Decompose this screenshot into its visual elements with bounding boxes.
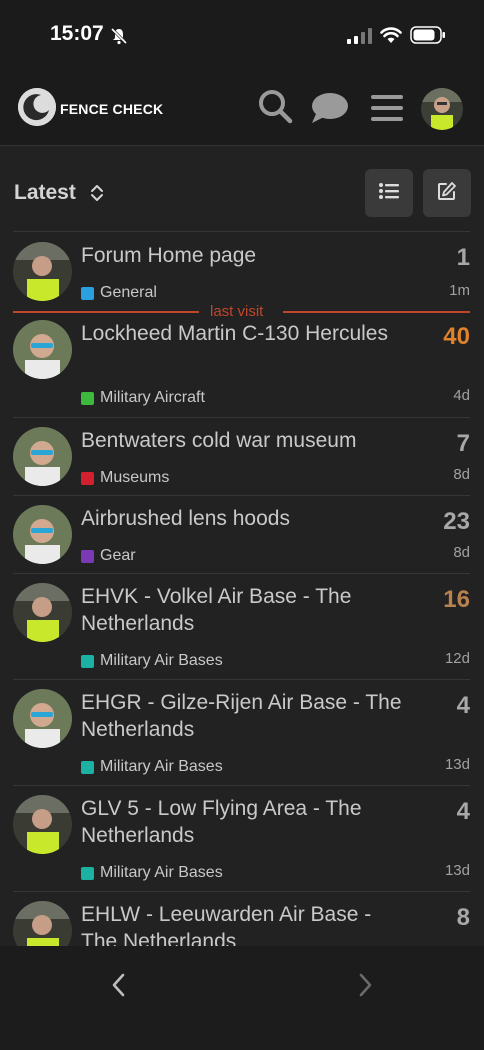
author-avatar[interactable] — [13, 795, 72, 854]
chevron-right-icon[interactable] — [354, 972, 376, 1003]
post-count[interactable]: 4 — [457, 798, 470, 826]
activity-age[interactable]: 8d — [453, 466, 470, 483]
site-header: FENCE CHECK — [0, 70, 484, 146]
topic-row[interactable]: Airbrushed lens hoods Gear 23 8d — [13, 495, 470, 573]
topic-row[interactable]: Lockheed Martin C-130 Hercules Military … — [13, 311, 470, 417]
topic-row[interactable]: Forum Home page General 1 1m — [13, 231, 470, 311]
category-color-square — [81, 549, 94, 563]
category-name: Museums — [100, 469, 170, 486]
hamburger-menu-icon[interactable] — [371, 94, 403, 127]
category-color-square — [81, 286, 94, 300]
topic-title[interactable]: GLV 5 - Low Flying Area - The Netherland… — [81, 795, 411, 849]
category-color-square — [81, 391, 94, 405]
category-badge[interactable]: Military Air Bases — [81, 758, 223, 776]
category-badge[interactable]: Military Air Bases — [81, 864, 223, 882]
category-name: Military Air Bases — [100, 864, 223, 881]
topic-title[interactable]: EHGR - Gilze-Rijen Air Base - The Nether… — [81, 689, 411, 743]
category-color-square — [81, 654, 94, 668]
category-badge[interactable]: Military Air Bases — [81, 652, 223, 670]
category-name: General — [100, 284, 157, 301]
chevron-left-icon[interactable] — [108, 972, 130, 1003]
activity-age[interactable]: 13d — [445, 756, 470, 773]
user-avatar[interactable] — [421, 88, 463, 130]
activity-age[interactable]: 8d — [453, 544, 470, 561]
chat-icon[interactable] — [311, 92, 349, 129]
wifi-icon — [380, 26, 402, 49]
author-avatar[interactable] — [13, 689, 72, 748]
topic-title[interactable]: EHLW - Leeuwarden Air Base - The Netherl… — [81, 901, 411, 946]
category-badge[interactable]: Museums — [81, 469, 169, 487]
author-avatar[interactable] — [13, 505, 72, 564]
site-name[interactable]: FENCE CHECK — [60, 101, 163, 117]
author-avatar[interactable] — [13, 320, 72, 379]
topic-row[interactable]: EHLW - Leeuwarden Air Base - The Netherl… — [13, 891, 470, 946]
sort-dropdown[interactable]: Latest — [14, 181, 76, 205]
topic-row[interactable]: Bentwaters cold war museum Museums 7 8d — [13, 417, 470, 495]
topic-title[interactable]: EHVK - Volkel Air Base - The Netherlands — [81, 583, 411, 637]
category-name: Military Aircraft — [100, 389, 205, 406]
browser-bottom-bar — [0, 946, 484, 1050]
topic-list-view-button[interactable] — [365, 169, 413, 217]
activity-age[interactable]: 1m — [449, 282, 470, 299]
activity-age[interactable]: 13d — [445, 862, 470, 879]
category-color-square — [81, 760, 94, 774]
category-color-square — [81, 471, 94, 485]
topic-title[interactable]: Bentwaters cold war museum — [81, 427, 411, 454]
post-count[interactable]: 7 — [457, 430, 470, 458]
cellular-signal-icon — [347, 28, 373, 49]
author-avatar[interactable] — [13, 901, 72, 946]
status-bar: 15:07 — [0, 0, 484, 70]
category-name: Gear — [100, 547, 136, 564]
post-count[interactable]: 40 — [443, 323, 470, 351]
topic-row[interactable]: EHVK - Volkel Air Base - The Netherlands… — [13, 573, 470, 679]
category-name: Military Air Bases — [100, 758, 223, 775]
status-time: 15:07 — [50, 22, 104, 45]
author-avatar[interactable] — [13, 427, 72, 486]
category-badge[interactable]: Gear — [81, 547, 136, 565]
category-name: Military Air Bases — [100, 652, 223, 669]
post-count[interactable]: 23 — [443, 508, 470, 536]
list-icon — [379, 182, 399, 205]
post-count[interactable]: 4 — [457, 692, 470, 720]
post-count[interactable]: 8 — [457, 904, 470, 932]
topic-row[interactable]: EHGR - Gilze-Rijen Air Base - The Nether… — [13, 679, 470, 785]
category-badge[interactable]: General — [81, 284, 157, 302]
post-count[interactable]: 16 — [443, 586, 470, 614]
activity-age[interactable]: 4d — [453, 387, 470, 404]
chevron-up-down-icon[interactable] — [90, 183, 104, 208]
topic-title[interactable]: Airbrushed lens hoods — [81, 505, 411, 532]
edit-icon — [437, 181, 457, 206]
bell-muted-icon — [110, 27, 128, 50]
post-count[interactable]: 1 — [457, 244, 470, 272]
site-logo[interactable] — [18, 88, 56, 126]
author-avatar[interactable] — [13, 242, 72, 301]
topic-title[interactable]: Forum Home page — [81, 242, 411, 269]
search-icon[interactable] — [257, 88, 293, 129]
topic-title[interactable]: Lockheed Martin C-130 Hercules — [81, 320, 411, 347]
category-color-square — [81, 866, 94, 880]
topic-row[interactable]: GLV 5 - Low Flying Area - The Netherland… — [13, 785, 470, 891]
new-topic-button[interactable] — [423, 169, 471, 217]
category-badge[interactable]: Military Aircraft — [81, 389, 205, 407]
activity-age[interactable]: 12d — [445, 650, 470, 667]
author-avatar[interactable] — [13, 583, 72, 642]
battery-icon — [410, 26, 446, 49]
